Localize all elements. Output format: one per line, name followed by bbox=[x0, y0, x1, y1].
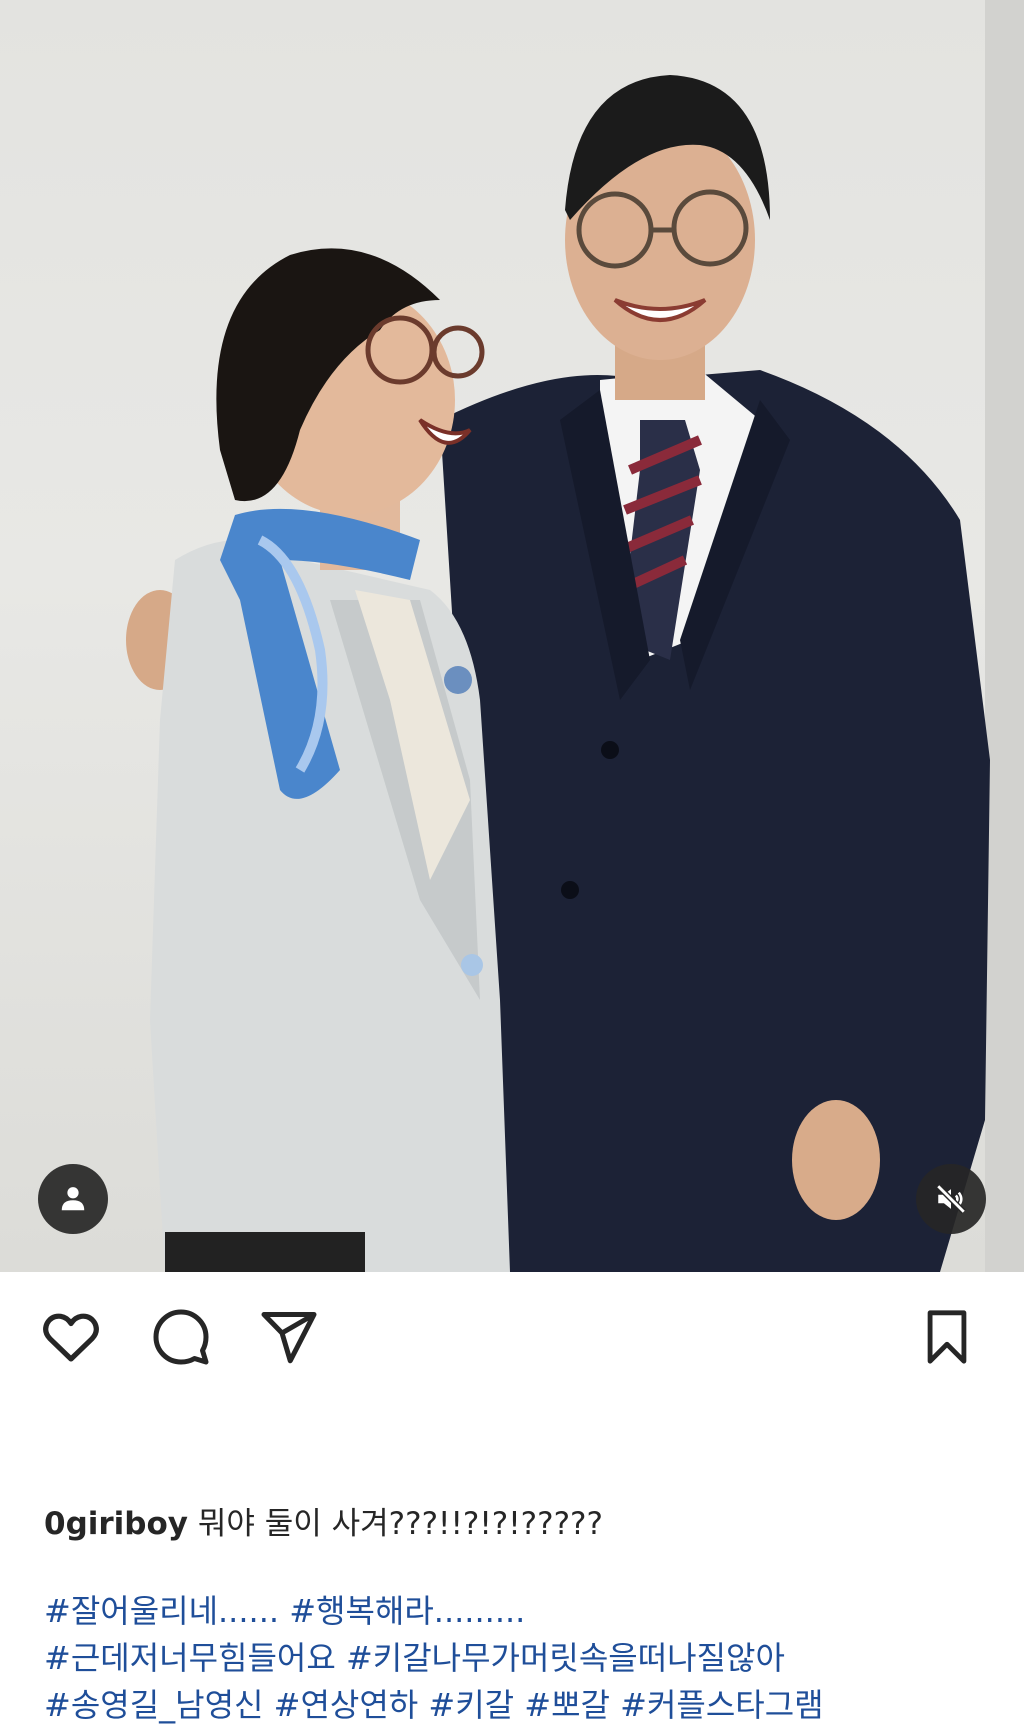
post-photo bbox=[126, 0, 1024, 1272]
hashtag-link[interactable]: #키갈나무가머릿속을떠나질않아 bbox=[346, 1639, 785, 1677]
hashtag-link[interactable]: #뽀갈 bbox=[524, 1686, 610, 1724]
hashtag-link[interactable]: #키갈 bbox=[428, 1686, 514, 1724]
tag-people-button[interactable] bbox=[38, 1164, 108, 1234]
save-button[interactable] bbox=[912, 1302, 982, 1372]
hashtag-link[interactable]: #근데저너무힘들어요 bbox=[44, 1639, 336, 1677]
volume-muted-icon bbox=[936, 1184, 966, 1214]
like-button[interactable] bbox=[36, 1302, 106, 1372]
heart-icon bbox=[43, 1313, 99, 1362]
hashtag-link[interactable]: #송영길_남영신 bbox=[44, 1686, 263, 1724]
caption-line: 0giriboy 뭐야 둘이 사겨???!!?!?!????? bbox=[44, 1502, 980, 1546]
share-button[interactable] bbox=[254, 1302, 324, 1372]
send-icon bbox=[261, 1312, 317, 1364]
post-caption: 0giriboy 뭐야 둘이 사겨???!!?!?!????? #잘어울리네..… bbox=[0, 1502, 1024, 1729]
hashtag-list: #잘어울리네...... #행복해라......... #근데저너무힘들어요 #… bbox=[44, 1588, 980, 1729]
hashtag-link[interactable]: #잘어울리네...... bbox=[44, 1592, 279, 1630]
post-username[interactable]: 0giriboy bbox=[44, 1506, 188, 1542]
hashtag-link[interactable]: #커플스타그램 bbox=[620, 1686, 823, 1724]
hashtag-line: #송영길_남영신 #연상연하 #키갈 #뽀갈 #커플스타그램 bbox=[44, 1682, 980, 1729]
post-action-bar bbox=[0, 1272, 1024, 1402]
hashtag-link[interactable]: #연상연하 bbox=[274, 1686, 419, 1724]
comment-button[interactable] bbox=[146, 1302, 216, 1372]
bookmark-icon bbox=[927, 1310, 967, 1364]
mute-toggle-button[interactable] bbox=[916, 1164, 986, 1234]
person-icon bbox=[61, 1187, 85, 1211]
post-media[interactable] bbox=[0, 0, 1024, 1272]
caption-text: 뭐야 둘이 사겨???!!?!?!????? bbox=[197, 1506, 603, 1542]
hashtag-line: #잘어울리네...... #행복해라......... bbox=[44, 1588, 980, 1635]
hashtag-link[interactable]: #행복해라......... bbox=[289, 1592, 525, 1630]
comment-icon bbox=[153, 1309, 209, 1365]
hashtag-line: #근데저너무힘들어요 #키갈나무가머릿속을떠나질않아 bbox=[44, 1635, 980, 1682]
